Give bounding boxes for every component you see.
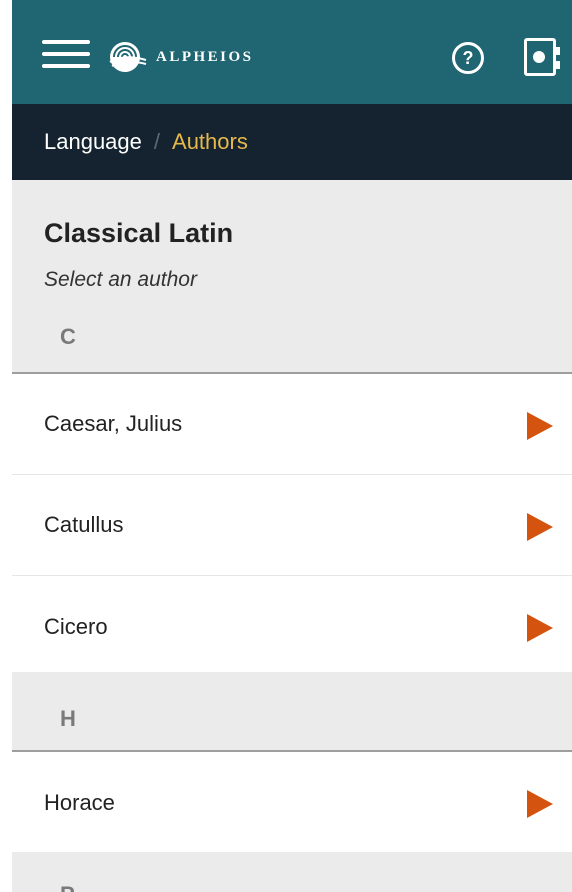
author-name: Horace [44, 789, 115, 815]
menu-line-icon [42, 40, 90, 44]
author-name: Cicero [44, 613, 108, 639]
author-list-h: Horace [12, 752, 572, 853]
author-row-cicero[interactable]: Cicero [12, 576, 572, 677]
breadcrumb-language-link[interactable]: Language [44, 129, 142, 155]
author-name: Catullus [44, 512, 124, 537]
book-tab-icon [555, 61, 560, 69]
book-button[interactable] [524, 38, 560, 76]
screen-edge [0, 0, 12, 892]
book-icon [533, 51, 545, 63]
logo-text: ALPHEIOS [156, 48, 254, 65]
menu-line-icon [42, 64, 90, 68]
app-frame: ALPHEIOS ? Language / Authors Classical … [0, 0, 572, 892]
breadcrumb: Language / Authors [12, 104, 572, 180]
menu-button[interactable] [42, 40, 90, 74]
app-bar: ALPHEIOS ? [12, 0, 572, 104]
section-letter-c: C [60, 324, 76, 349]
section-letter-p: P [60, 882, 75, 892]
page-subtitle: Select an author [44, 268, 197, 291]
section-header-p: P [12, 852, 572, 892]
play-arrow-icon [527, 513, 553, 541]
page-header: Classical Latin Select an author C [12, 180, 572, 372]
section-header-h: H [12, 672, 572, 752]
breadcrumb-current: Authors [172, 129, 248, 154]
menu-line-icon [42, 52, 90, 56]
help-icon: ? [462, 48, 474, 68]
play-arrow-icon [527, 790, 553, 818]
author-name: Caesar, Julius [44, 411, 183, 436]
page-title: Classical Latin [44, 218, 234, 248]
section-letter-h: H [60, 706, 76, 731]
author-row-catullus[interactable]: Catullus [12, 475, 572, 576]
play-arrow-icon [527, 412, 553, 440]
author-list-c: Caesar, Julius Catullus Cicero [12, 372, 572, 677]
author-row-caesar[interactable]: Caesar, Julius [12, 374, 572, 475]
author-row-horace[interactable]: Horace [12, 752, 572, 853]
help-button[interactable]: ? [452, 42, 484, 74]
alpheios-logo[interactable]: ALPHEIOS [108, 40, 254, 74]
book-tab-icon [555, 47, 560, 55]
play-arrow-icon [527, 614, 553, 642]
breadcrumb-separator: / [153, 129, 161, 154]
alpheios-mark-icon [109, 42, 147, 72]
